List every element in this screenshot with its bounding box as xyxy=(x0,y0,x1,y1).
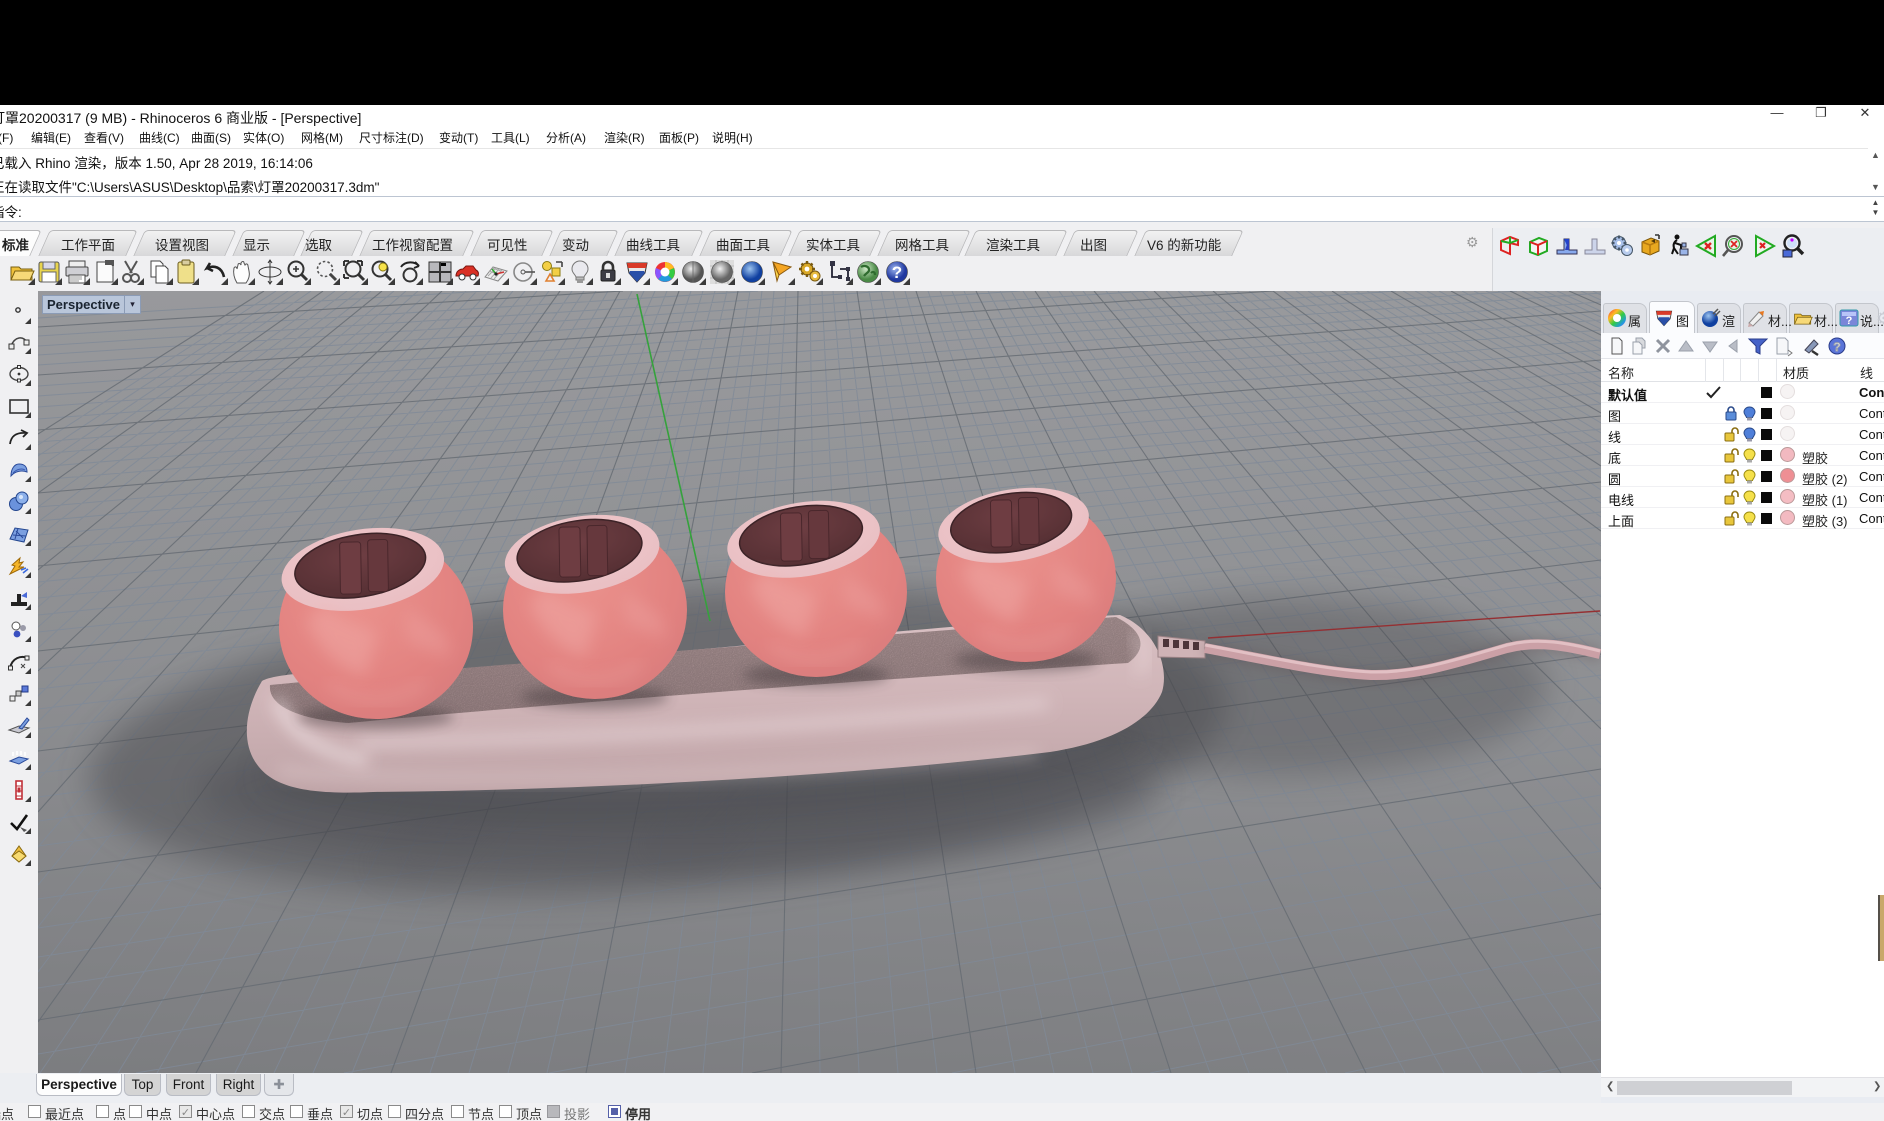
svg-text:?: ? xyxy=(892,263,902,282)
svg-text:?: ? xyxy=(1846,315,1853,327)
svg-text:?: ? xyxy=(1833,340,1840,354)
